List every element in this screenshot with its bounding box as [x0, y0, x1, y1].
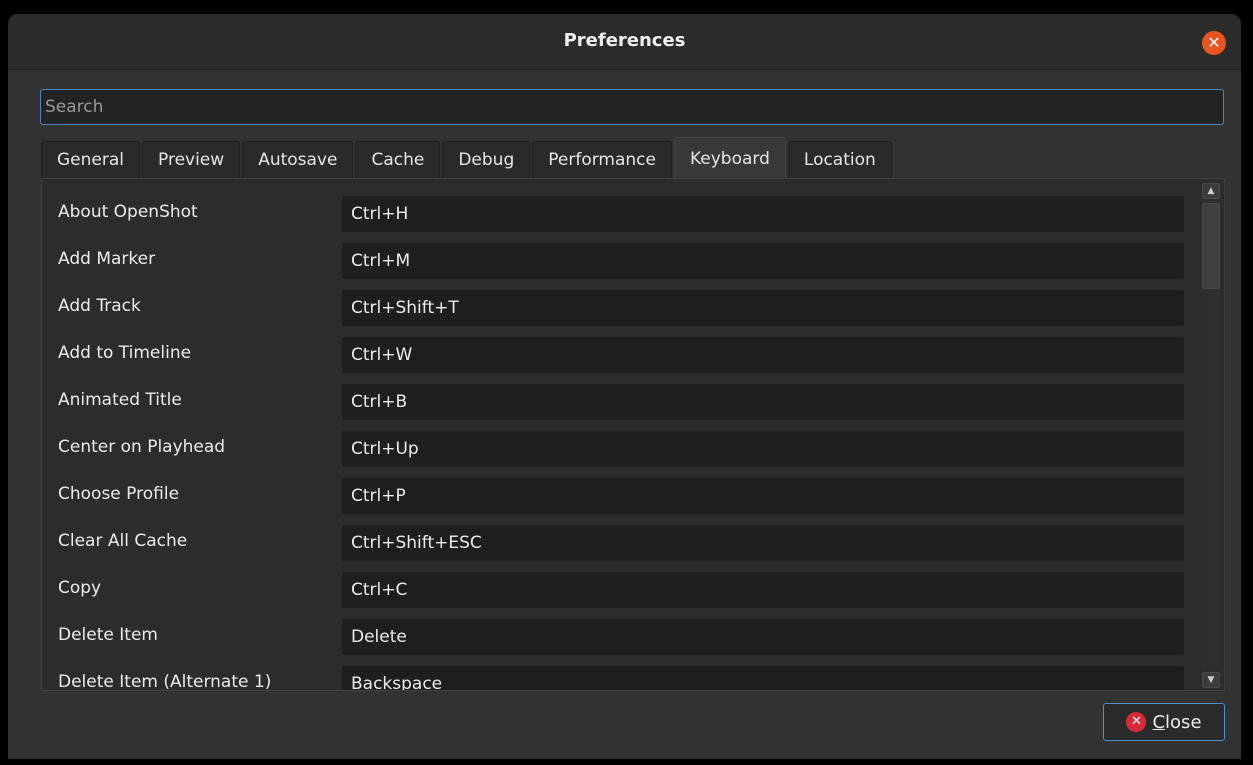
close-button[interactable]: ✕ Close: [1103, 703, 1225, 741]
tab-autosave[interactable]: Autosave: [242, 141, 354, 179]
title-bar: Preferences ✕: [8, 14, 1241, 70]
shortcut-field[interactable]: [342, 196, 1184, 232]
shortcut-row: Choose Profile: [42, 473, 1192, 520]
shortcut-row: Delete Item: [42, 614, 1192, 661]
shortcut-label: Choose Profile: [58, 484, 180, 504]
close-circle-icon: ✕: [1126, 712, 1147, 732]
tab-performance[interactable]: Performance: [532, 141, 672, 179]
shortcut-label: Copy: [58, 578, 102, 598]
scrollbar-thumb[interactable]: [1202, 203, 1220, 289]
shortcut-field[interactable]: [342, 619, 1184, 655]
shortcut-label: Animated Title: [58, 390, 182, 410]
shortcut-label: Clear All Cache: [58, 531, 188, 551]
keyboard-panel: About OpenShot Add Marker Add Track Add to …: [41, 178, 1225, 691]
close-icon[interactable]: ✕: [1202, 31, 1226, 55]
shortcut-field[interactable]: [342, 384, 1184, 420]
shortcut-row: Delete Item (Alternate 1): [42, 661, 1192, 691]
shortcut-label: Add to Timeline: [58, 343, 192, 363]
shortcut-field[interactable]: [342, 431, 1184, 467]
shortcut-list: About OpenShot Add Marker Add Track Add to …: [42, 191, 1192, 691]
window-title: Preferences: [563, 30, 686, 51]
shortcut-row: Animated Title: [42, 379, 1192, 426]
tab-general[interactable]: General: [41, 141, 140, 179]
shortcut-label: Delete Item: [58, 625, 158, 645]
shortcut-field[interactable]: [342, 290, 1184, 326]
shortcut-field[interactable]: [342, 666, 1184, 690]
shortcut-label: Add Track: [58, 296, 141, 316]
close-button-label: Close: [1152, 711, 1202, 733]
scroll-up-icon[interactable]: ▲: [1202, 183, 1220, 199]
tab-preview[interactable]: Preview: [142, 141, 241, 179]
shortcut-row: Copy: [42, 567, 1192, 614]
scroll-down-icon[interactable]: ▼: [1202, 672, 1220, 688]
shortcut-label: Center on Playhead: [58, 437, 226, 457]
shortcut-field[interactable]: [342, 525, 1184, 561]
shortcut-label: Add Marker: [58, 249, 156, 269]
search-input[interactable]: [40, 89, 1224, 125]
shortcut-row: Center on Playhead: [42, 426, 1192, 473]
scrollbar-track[interactable]: [1202, 201, 1220, 670]
tab-cache[interactable]: Cache: [355, 141, 441, 179]
shortcut-label: Delete Item (Alternate 1): [58, 672, 272, 691]
scrollbar[interactable]: ▲ ▼: [1201, 183, 1221, 688]
tab-debug[interactable]: Debug: [442, 141, 531, 179]
shortcut-row: About OpenShot: [42, 191, 1192, 238]
shortcut-field[interactable]: [342, 337, 1184, 373]
shortcut-row: Add Marker: [42, 238, 1192, 285]
shortcut-label: About OpenShot: [58, 202, 198, 222]
shortcut-row: Clear All Cache: [42, 520, 1192, 567]
shortcut-row: Add Track: [42, 285, 1192, 332]
tab-location[interactable]: Location: [787, 141, 892, 179]
shortcut-field[interactable]: [342, 572, 1184, 608]
shortcut-row: Add to Timeline: [42, 332, 1192, 379]
shortcut-field[interactable]: [342, 243, 1184, 279]
preferences-dialog: Preferences ✕ GeneralPreviewAutosaveCach…: [8, 14, 1241, 759]
shortcut-field[interactable]: [342, 478, 1184, 514]
tab-keyboard[interactable]: Keyboard: [673, 137, 786, 179]
tab-bar: General Preview Autosave Cache Debug Performa…: [41, 137, 894, 179]
